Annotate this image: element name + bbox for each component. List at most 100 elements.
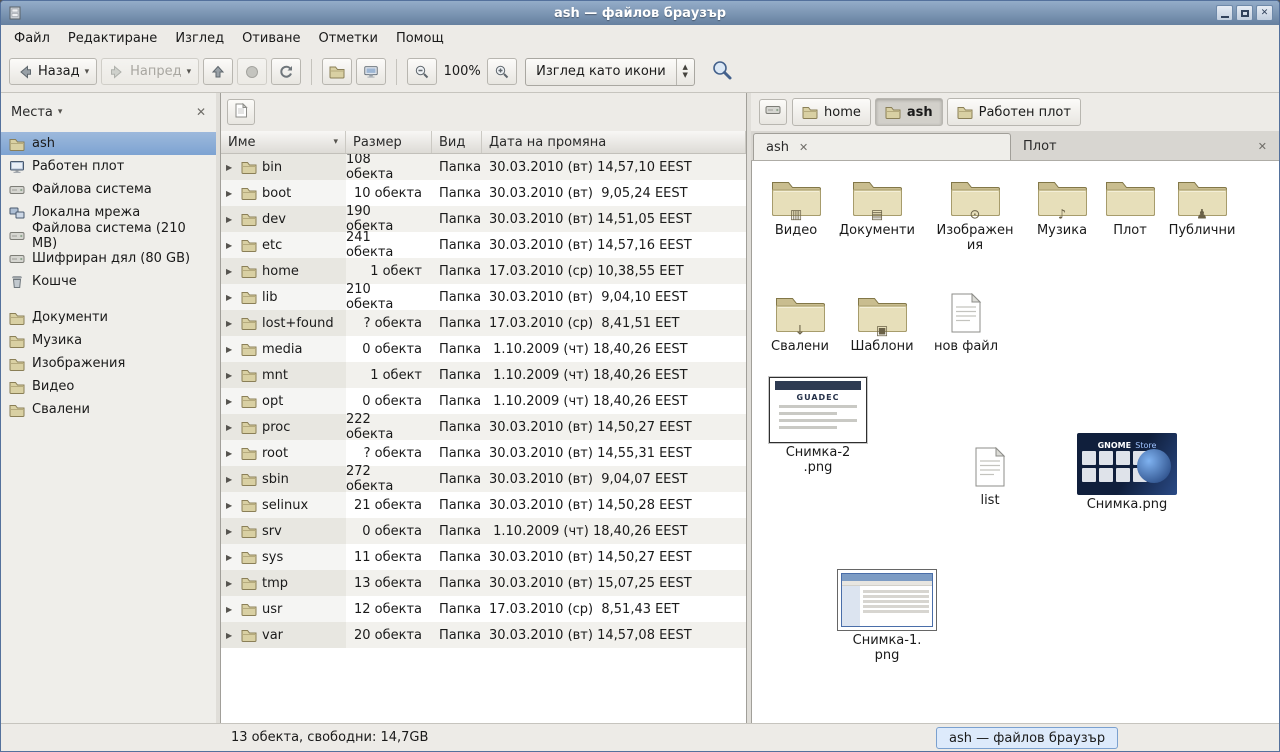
expander-icon[interactable]: ▶ — [226, 293, 236, 302]
sidebar-item-Работен плот[interactable]: Работен плот — [1, 155, 216, 178]
expander-icon[interactable]: ▶ — [226, 475, 236, 484]
table-row-boot[interactable]: ▶boot10 обектаПапка30.03.2010 (вт) 9,05,… — [221, 180, 746, 206]
column-header-Дата на промяна[interactable]: Дата на промяна — [482, 131, 746, 153]
sidebar-item-Музика[interactable]: Музика — [1, 329, 216, 352]
table-row-sys[interactable]: ▶sys11 обектаПапка30.03.2010 (вт) 14,50,… — [221, 544, 746, 570]
pathbar-button-ash[interactable]: ash — [875, 98, 943, 126]
reload-button[interactable] — [271, 58, 301, 85]
tab-Плот[interactable]: Плот✕ — [1011, 133, 1279, 160]
sidebar-item-Файлова система[interactable]: Файлова система — [1, 178, 216, 201]
icon-item-new-file[interactable]: нов файл — [930, 293, 1002, 355]
places-title[interactable]: Места — [11, 105, 53, 120]
table-row-root[interactable]: ▶root? обектаПапка30.03.2010 (вт) 14,55,… — [221, 440, 746, 466]
zoom-out-button[interactable] — [407, 58, 437, 85]
stop-button[interactable] — [237, 58, 267, 85]
icon-item-list[interactable]: list — [957, 447, 1023, 509]
tab-close-icon[interactable]: ✕ — [799, 141, 808, 154]
table-row-dev[interactable]: ▶dev190 обектаПапка30.03.2010 (вт) 14,51… — [221, 206, 746, 232]
icon-item-documents[interactable]: ▤Документи — [834, 177, 920, 239]
icon-item-video[interactable]: ▥Видео — [760, 177, 832, 239]
up-button[interactable] — [203, 58, 233, 85]
sidebar-item-Кошче[interactable]: Кошче — [1, 270, 216, 293]
sidebar-item-Файлова система (210 MB)[interactable]: Файлова система (210 MB) — [1, 224, 216, 247]
column-header-Вид[interactable]: Вид — [432, 131, 482, 153]
table-row-lost+found[interactable]: ▶lost+found? обектаПапка17.03.2010 (ср) … — [221, 310, 746, 336]
icon-item-images[interactable]: ⊙Изображения — [933, 177, 1017, 254]
sidebar-item-Изображения[interactable]: Изображения — [1, 352, 216, 375]
forward-dropdown-icon[interactable]: ▾ — [187, 67, 192, 77]
expander-icon[interactable]: ▶ — [226, 241, 236, 250]
close-button[interactable]: ✕ — [1256, 5, 1273, 21]
maximize-button[interactable] — [1236, 5, 1253, 21]
places-dropdown-icon[interactable]: ▾ — [58, 107, 63, 117]
table-row-opt[interactable]: ▶opt0 обектаПапка 1.10.2009 (чт) 18,40,2… — [221, 388, 746, 414]
expander-icon[interactable]: ▶ — [226, 579, 236, 588]
table-row-usr[interactable]: ▶usr12 обектаПапка17.03.2010 (ср) 8,51,4… — [221, 596, 746, 622]
menu-item-5[interactable]: Отметки — [309, 27, 386, 50]
icon-item-music[interactable]: ♪Музика — [1027, 177, 1097, 239]
pathbar-root-button[interactable] — [759, 99, 787, 125]
sidebar-item-Видео[interactable]: Видео — [1, 375, 216, 398]
table-row-srv[interactable]: ▶srv0 обектаПапка 1.10.2009 (чт) 18,40,2… — [221, 518, 746, 544]
sidebar-item-Свалени[interactable]: Свалени — [1, 398, 216, 421]
menu-item-2[interactable]: Редактиране — [59, 27, 166, 50]
back-dropdown-icon[interactable]: ▾ — [85, 67, 90, 77]
search-button[interactable] — [711, 59, 733, 85]
icon-item-downloads[interactable]: ↓Свалени — [760, 293, 840, 355]
table-row-proc[interactable]: ▶proc222 обектаПапка30.03.2010 (вт) 14,5… — [221, 414, 746, 440]
table-row-home[interactable]: ▶home1 обектПапка17.03.2010 (ср) 10,38,5… — [221, 258, 746, 284]
zoom-in-button[interactable] — [487, 58, 517, 85]
expander-icon[interactable]: ▶ — [226, 631, 236, 640]
expander-icon[interactable]: ▶ — [226, 501, 236, 510]
expander-icon[interactable]: ▶ — [226, 189, 236, 198]
expander-icon[interactable]: ▶ — [226, 553, 236, 562]
table-row-media[interactable]: ▶media0 обектаПапка 1.10.2009 (чт) 18,40… — [221, 336, 746, 362]
table-row-lib[interactable]: ▶lib210 обектаПапка30.03.2010 (вт) 9,04,… — [221, 284, 746, 310]
table-row-bin[interactable]: ▶bin108 обектаПапка30.03.2010 (вт) 14,57… — [221, 154, 746, 180]
icon-item-snimka1[interactable]: Снимка-1.png — [832, 569, 942, 664]
tab-close-icon[interactable]: ✕ — [1258, 140, 1267, 153]
menu-item-3[interactable]: Изглед — [166, 27, 233, 50]
view-selector-spinner-icon[interactable]: ▲▼ — [676, 59, 694, 85]
sidebar-item-Документи[interactable]: Документи — [1, 306, 216, 329]
expander-icon[interactable]: ▶ — [226, 423, 236, 432]
expander-icon[interactable]: ▶ — [226, 319, 236, 328]
table-row-etc[interactable]: ▶etc241 обектаПапка30.03.2010 (вт) 14,57… — [221, 232, 746, 258]
table-row-var[interactable]: ▶var20 обектаПапка30.03.2010 (вт) 14,57,… — [221, 622, 746, 648]
sidebar-item-ash[interactable]: ash — [1, 132, 216, 155]
menu-item-4[interactable]: Отиване — [233, 27, 309, 50]
table-row-selinux[interactable]: ▶selinux21 обектаПапка30.03.2010 (вт) 14… — [221, 492, 746, 518]
column-header-Име[interactable]: Име▾ — [221, 131, 346, 153]
list-pane-location-button[interactable] — [227, 99, 255, 125]
expander-icon[interactable]: ▶ — [226, 163, 236, 172]
menu-item-6[interactable]: Помощ — [387, 27, 453, 50]
expander-icon[interactable]: ▶ — [226, 345, 236, 354]
expander-icon[interactable]: ▶ — [226, 449, 236, 458]
minimize-button[interactable] — [1216, 5, 1233, 21]
view-selector[interactable]: Изглед като икони ▲▼ — [525, 58, 695, 86]
menu-item-1[interactable]: Файл — [5, 27, 59, 50]
pathbar-button-Работен плот[interactable]: Работен плот — [947, 98, 1081, 126]
expander-icon[interactable]: ▶ — [226, 605, 236, 614]
icon-item-snimka[interactable]: GNOME StoreСнимка.png — [1072, 433, 1182, 513]
table-row-mnt[interactable]: ▶mnt1 обектПапка 1.10.2009 (чт) 18,40,26… — [221, 362, 746, 388]
icon-item-templates[interactable]: ▣Шаблони — [842, 293, 922, 355]
icon-item-plot[interactable]: Плот — [1099, 177, 1161, 239]
expander-icon[interactable]: ▶ — [226, 371, 236, 380]
table-row-tmp[interactable]: ▶tmp13 обектаПапка30.03.2010 (вт) 15,07,… — [221, 570, 746, 596]
forward-button[interactable]: Напред ▾ — [101, 58, 199, 85]
pathbar-button-home[interactable]: home — [792, 98, 871, 126]
expander-icon[interactable]: ▶ — [226, 215, 236, 224]
places-close-icon[interactable]: ✕ — [196, 105, 206, 119]
home-button[interactable] — [322, 58, 352, 85]
table-row-sbin[interactable]: ▶sbin272 обектаПапка30.03.2010 (вт) 9,04… — [221, 466, 746, 492]
icon-item-snimka2[interactable]: GUADECСнимка-2.png — [766, 377, 870, 476]
taskbar-window-button[interactable]: ash — файлов браузър — [936, 727, 1118, 749]
column-header-Размер[interactable]: Размер — [346, 131, 432, 153]
computer-button[interactable] — [356, 58, 386, 85]
back-button[interactable]: Назад ▾ — [9, 58, 97, 85]
sidebar-item-Шифриран дял (80 GB)[interactable]: Шифриран дял (80 GB) — [1, 247, 216, 270]
expander-icon[interactable]: ▶ — [226, 267, 236, 276]
tab-ash[interactable]: ash✕ — [753, 133, 1011, 160]
expander-icon[interactable]: ▶ — [226, 527, 236, 536]
